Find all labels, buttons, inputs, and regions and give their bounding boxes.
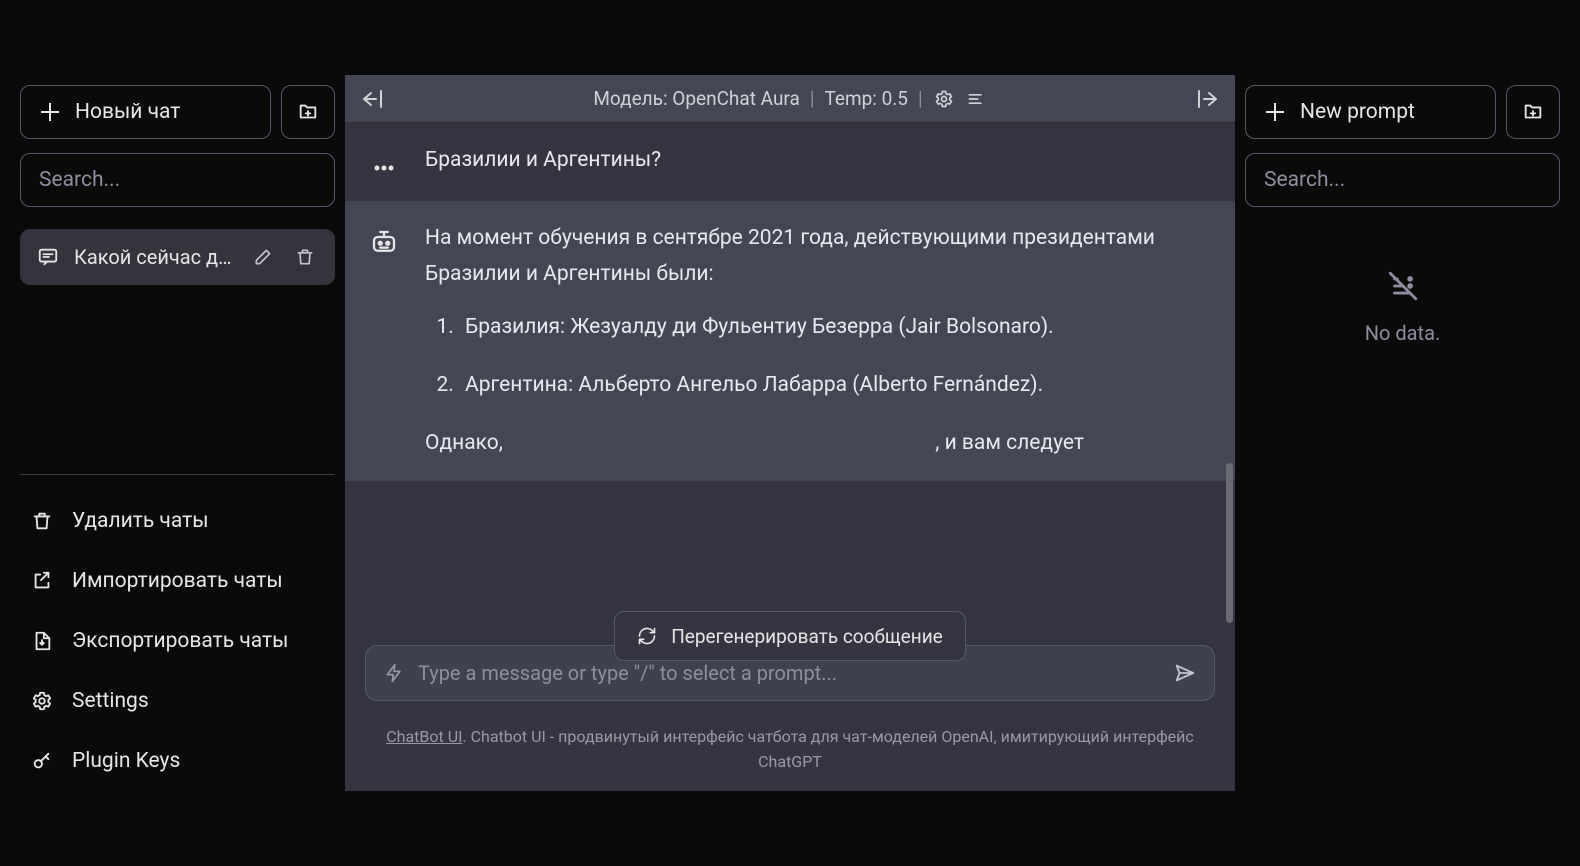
regenerate-label: Перегенерировать сообщение <box>671 625 943 648</box>
gear-icon <box>30 689 54 713</box>
left-sidebar-top: Новый чат <box>20 85 335 139</box>
import-chats-button[interactable]: Импортировать чаты <box>20 551 335 611</box>
export-icon <box>30 629 54 653</box>
message-input[interactable] <box>418 661 1160 685</box>
footer-text: ChatBot UI. Chatbot UI - продвинутый инт… <box>345 713 1235 791</box>
chat-list: Какой сейчас день, ... <box>20 229 335 285</box>
import-chats-label: Импортировать чаты <box>72 569 283 593</box>
chat-settings-button[interactable] <box>933 88 955 110</box>
scrollbar-thumb[interactable] <box>1226 463 1233 623</box>
delete-all-chats-button[interactable]: Удалить чаты <box>20 491 335 551</box>
sidebar-divider <box>20 474 335 475</box>
clear-chat-button[interactable] <box>965 88 987 110</box>
temp-label: Temp: 0.5 <box>824 87 908 110</box>
footer-rest: . Chatbot UI - продвинутый интерфейс чат… <box>462 727 1193 771</box>
right-search-box[interactable] <box>1245 153 1560 207</box>
folder-plus-icon <box>296 100 320 124</box>
no-data-label: No data. <box>1365 321 1441 345</box>
new-folder-button[interactable] <box>281 85 335 139</box>
right-sidebar: New prompt No data. <box>1235 75 1580 791</box>
message-icon <box>36 245 60 269</box>
delete-chat-button[interactable] <box>291 243 319 271</box>
left-sidebar: Новый чат Какой сейчас день, ... <box>0 75 345 791</box>
collapse-left-button[interactable] <box>359 89 399 109</box>
left-search-input[interactable] <box>39 168 316 192</box>
bot-intro: На момент обучения в сентябре 2021 года,… <box>425 221 1205 292</box>
edit-chat-button[interactable] <box>249 243 277 271</box>
chat-header-center: Модель: OpenChat Aura | Temp: 0.5 | <box>409 87 1171 110</box>
bolt-icon <box>384 662 404 684</box>
user-message-text: Бразилии и Аргентины? <box>425 148 661 172</box>
chat-item-label: Какой сейчас день, ... <box>74 245 235 269</box>
header-sep-2: | <box>918 87 923 110</box>
model-label: Модель: OpenChat Aura <box>593 87 800 110</box>
export-chats-label: Экспортировать чаты <box>72 629 288 653</box>
bot-list-item: Аргентина: Альберто Ангельо Лабарра (Alb… <box>459 368 1205 404</box>
export-chats-button[interactable]: Экспортировать чаты <box>20 611 335 671</box>
send-button[interactable] <box>1174 662 1196 684</box>
import-icon <box>30 569 54 593</box>
user-avatar <box>367 147 401 181</box>
settings-label: Settings <box>72 689 149 713</box>
app-root: Новый чат Какой сейчас день, ... <box>0 0 1580 866</box>
folder-plus-icon <box>1521 100 1545 124</box>
delete-chats-label: Удалить чаты <box>72 509 209 533</box>
new-prompt-folder-button[interactable] <box>1506 85 1560 139</box>
plus-icon <box>1266 103 1284 121</box>
trash-icon <box>30 509 54 533</box>
user-message-body: Бразилии и Аргентины? <box>425 143 1205 181</box>
messages-scroll[interactable]: Бразилии и Аргентины? На момент обучения… <box>345 123 1235 635</box>
no-data-block: No data. <box>1245 269 1560 345</box>
key-icon <box>30 749 54 773</box>
regenerate-button[interactable]: Перегенерировать сообщение <box>614 611 966 661</box>
bot-avatar <box>367 225 401 259</box>
user-message: Бразилии и Аргентины? <box>345 123 1235 201</box>
chat-panel: Модель: OpenChat Aura | Temp: 0.5 | <box>345 75 1235 791</box>
chat-list-item[interactable]: Какой сейчас день, ... <box>20 229 335 285</box>
right-sidebar-top: New prompt <box>1245 85 1560 139</box>
plugin-keys-label: Plugin Keys <box>72 749 180 773</box>
no-data-icon <box>1386 269 1420 303</box>
settings-button[interactable]: Settings <box>20 671 335 731</box>
sidebar-actions: Удалить чаты Импортировать чаты Экспорти… <box>20 491 335 791</box>
right-search-input[interactable] <box>1264 168 1541 192</box>
bot-outro: Однако, xxxxxxxxxxxxxxxxxxxxxxxxxxxxxxxx… <box>425 426 1205 462</box>
bot-list-item: Бразилия: Жезуалду ди Фульентиу Безерра … <box>459 310 1205 346</box>
plugin-keys-button[interactable]: Plugin Keys <box>20 731 335 791</box>
new-chat-label: Новый чат <box>75 100 180 124</box>
bot-message-body: На момент обучения в сентябре 2021 года,… <box>425 221 1205 461</box>
new-chat-button[interactable]: Новый чат <box>20 85 271 139</box>
new-prompt-button[interactable]: New prompt <box>1245 85 1496 139</box>
header-sep: | <box>810 87 815 110</box>
collapse-right-button[interactable] <box>1181 89 1221 109</box>
refresh-icon <box>637 626 657 646</box>
bot-message: На момент обучения в сентябре 2021 года,… <box>345 201 1235 481</box>
plus-icon <box>41 103 59 121</box>
bot-list: Бразилия: Жезуалду ди Фульентиу Безерра … <box>425 310 1205 403</box>
left-search-box[interactable] <box>20 153 335 207</box>
chat-header: Модель: OpenChat Aura | Temp: 0.5 | <box>345 75 1235 123</box>
footer-link[interactable]: ChatBot UI <box>386 727 462 746</box>
new-prompt-label: New prompt <box>1300 100 1415 124</box>
